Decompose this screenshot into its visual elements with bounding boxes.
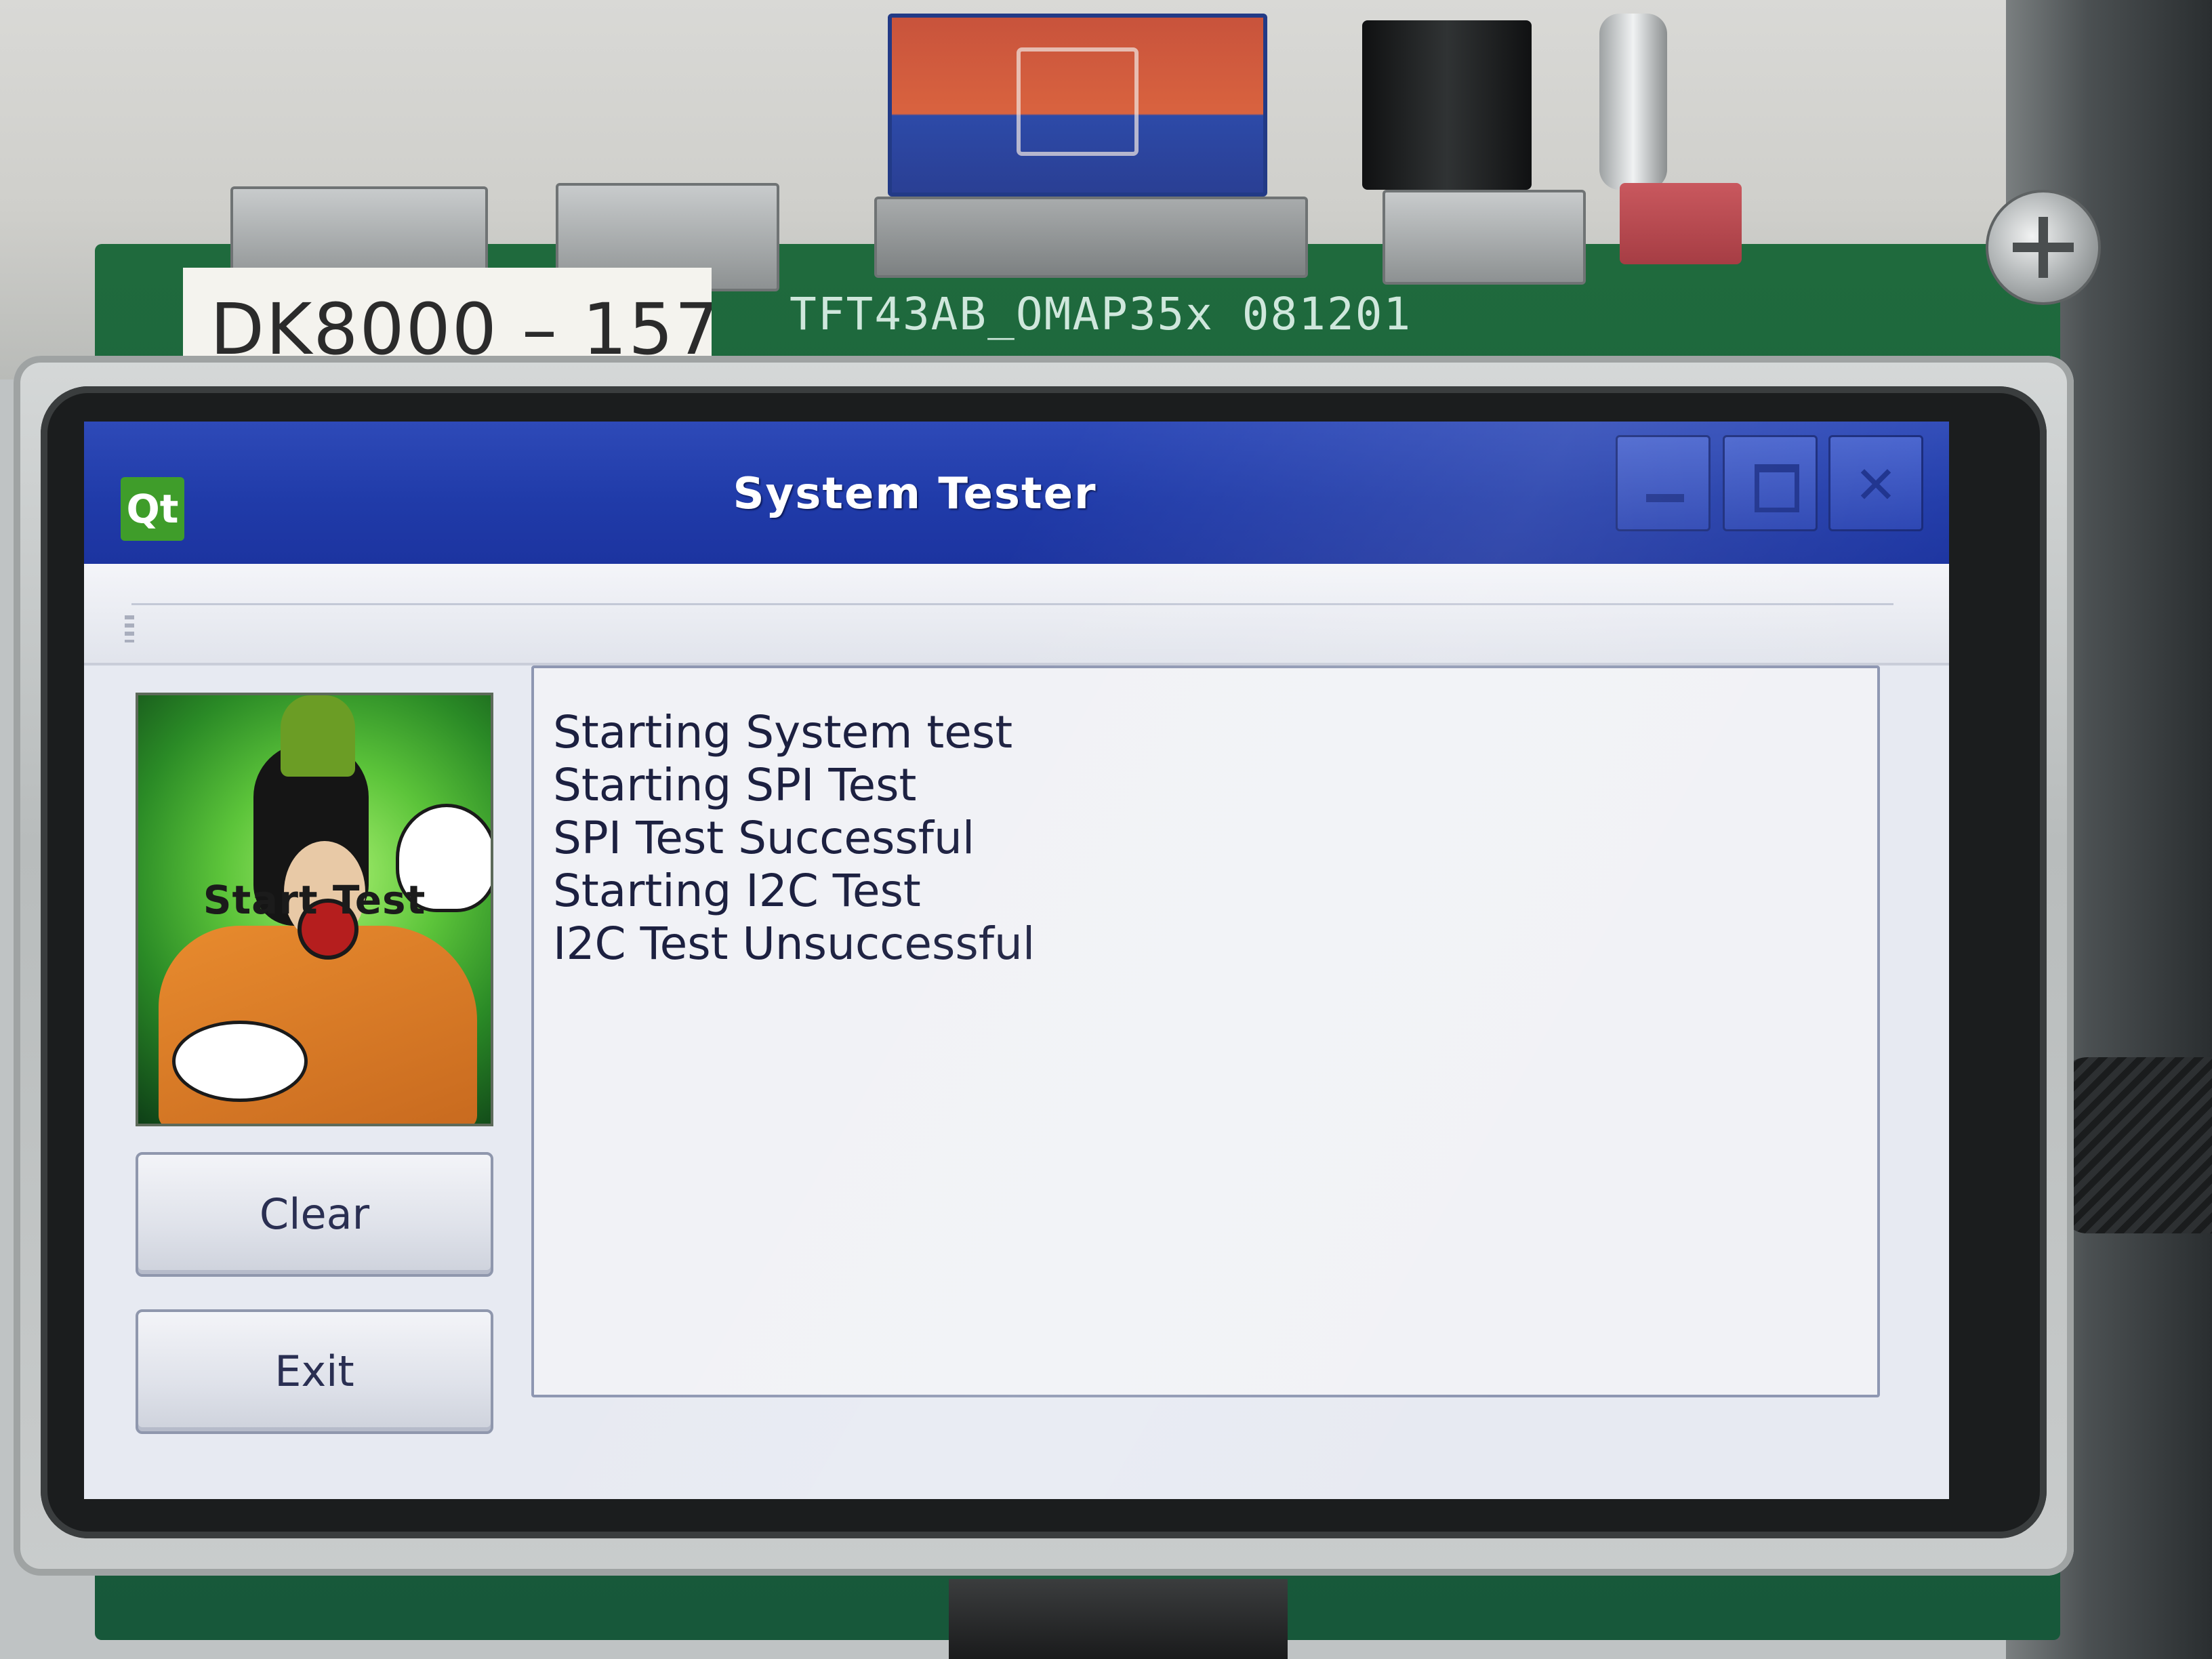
minimize-icon[interactable] — [1616, 435, 1711, 531]
window-titlebar[interactable]: Qt System Tester — [84, 422, 1949, 564]
goofy-image-glove — [172, 1021, 308, 1102]
toolbar — [84, 564, 1949, 665]
clear-button[interactable]: Clear — [136, 1152, 493, 1277]
start-test-label: Start Test — [203, 877, 426, 923]
log-line: SPI Test Successful — [553, 812, 975, 864]
board-label-sticker: DK8000 – 157 — [183, 268, 712, 369]
window-title: System Tester — [733, 469, 1097, 519]
card-slot — [874, 197, 1308, 278]
connector — [1362, 20, 1532, 190]
goofy-image-hat — [281, 695, 355, 777]
board-silkscreen: TFT43AB_OMAP35x 081201 — [790, 288, 1412, 340]
toolbar-grip-icon[interactable] — [125, 615, 134, 642]
log-line: Starting I2C Test — [553, 865, 921, 917]
toolbar-divider — [131, 603, 1893, 605]
ethernet-port — [1382, 190, 1586, 285]
lcd-screen: Qt System Tester Start Test Clear Exit S… — [84, 422, 1949, 1499]
screw-icon — [1986, 190, 2101, 305]
red-component — [1620, 183, 1742, 264]
close-icon[interactable] — [1828, 435, 1923, 531]
log-line: I2C Test Unsuccessful — [553, 918, 1036, 970]
cable — [2060, 1057, 2212, 1233]
exit-button[interactable]: Exit — [136, 1309, 493, 1434]
toggle-switch — [1599, 14, 1667, 190]
maximize-icon[interactable] — [1723, 435, 1818, 531]
bottom-connector — [949, 1579, 1288, 1659]
sd-card-logo — [1017, 47, 1139, 156]
log-line: Starting SPI Test — [553, 759, 917, 811]
log-line: Starting System test — [553, 706, 1013, 758]
start-test-button[interactable]: Start Test — [136, 693, 493, 1126]
log-output[interactable]: Starting System test Starting SPI Test S… — [531, 665, 1880, 1397]
